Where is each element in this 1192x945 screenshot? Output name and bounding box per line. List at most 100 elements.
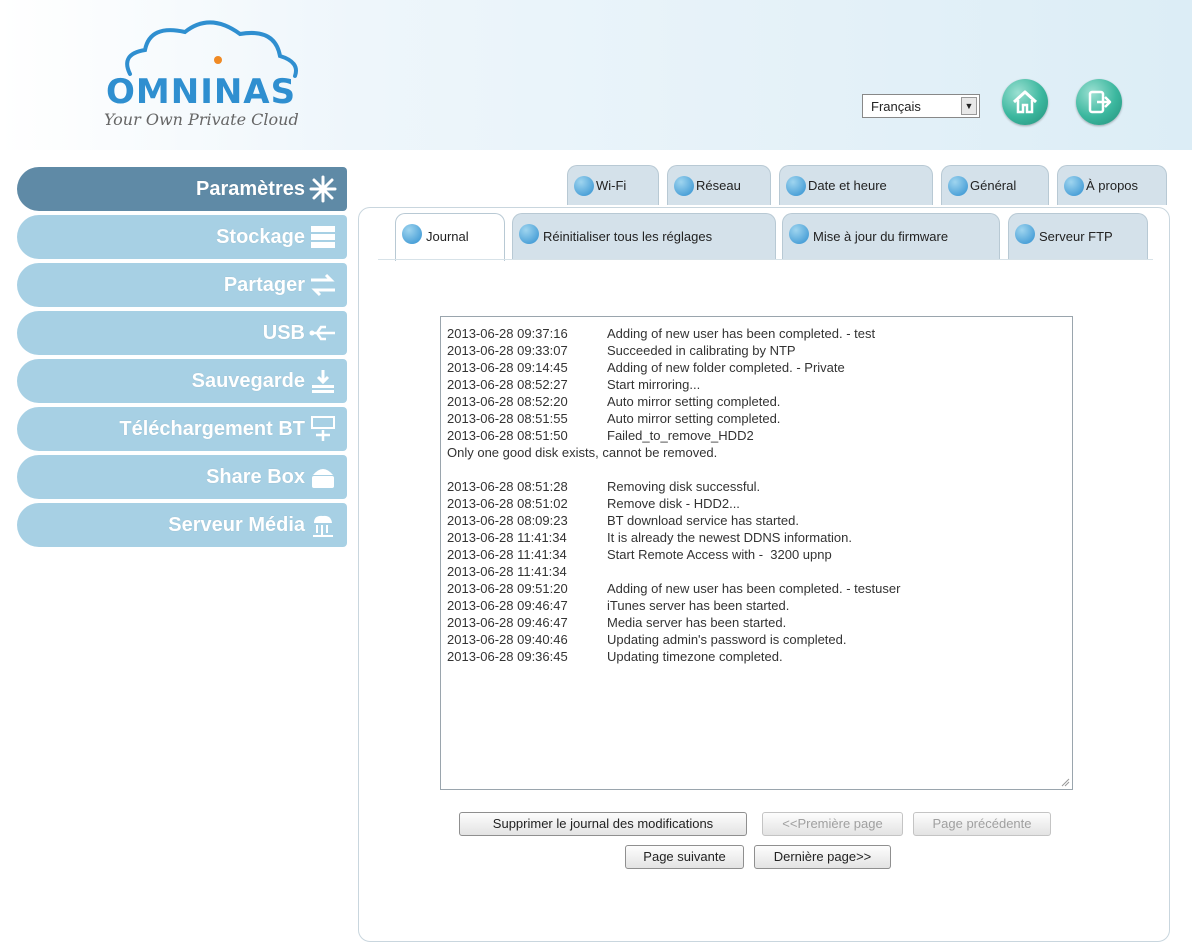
log-line: Only one good disk exists, cannot be rem… bbox=[447, 444, 1066, 461]
log-line: 2013-06-28 09:51:20 Adding of new user ha… bbox=[447, 580, 1066, 597]
log-message: Removing disk successful. bbox=[607, 479, 761, 494]
first-page-button[interactable]: <<Première page bbox=[762, 812, 903, 836]
log-timestamp: 2013-06-28 08:52:20 bbox=[447, 394, 568, 409]
tab-label: Wi-Fi bbox=[596, 178, 627, 193]
log-line: 2013-06-28 08:51:28 Removing disk success… bbox=[447, 478, 1066, 495]
network-icon bbox=[674, 176, 694, 196]
log-message: Start mirroring... bbox=[607, 377, 701, 392]
ftp-icon bbox=[1015, 224, 1035, 244]
sidebar-item-label: Serveur Média bbox=[168, 514, 305, 536]
log-line: 2013-06-28 09:33:07 Succeeded in calibrat… bbox=[447, 342, 1066, 359]
sidebar-item-label: Sauvegarde bbox=[191, 370, 305, 392]
logout-button[interactable] bbox=[1076, 79, 1122, 125]
sidebar-item-usb[interactable]: USB bbox=[17, 311, 347, 355]
log-line: 2013-06-28 09:46:47 iTunes server has bee… bbox=[447, 597, 1066, 614]
log-timestamp: 2013-06-28 09:46:47 bbox=[447, 598, 568, 613]
tab-serveur-ftp[interactable]: Serveur FTP bbox=[1008, 213, 1148, 259]
language-select[interactable]: Français ▼ bbox=[862, 94, 980, 118]
tab-date-et-heure[interactable]: Date et heure bbox=[779, 165, 933, 205]
sidebar-item-stockage[interactable]: Stockage bbox=[17, 215, 347, 259]
backup-icon bbox=[312, 370, 334, 393]
log-timestamp: 2013-06-28 09:51:20 bbox=[447, 581, 568, 596]
log-line: 2013-06-28 09:36:45 Updating timezone com… bbox=[447, 648, 1066, 665]
log-timestamp: 2013-06-28 08:51:02 bbox=[447, 496, 568, 511]
tab-a-propos[interactable]: À propos bbox=[1057, 165, 1167, 205]
clear-log-button[interactable]: Supprimer le journal des modifications bbox=[459, 812, 747, 836]
log-message: Adding of new user has been completed. -… bbox=[607, 326, 876, 341]
last-page-button[interactable]: Dernière page>> bbox=[754, 845, 891, 869]
sidebar-item-label: USB bbox=[262, 322, 305, 344]
log-message: Auto mirror setting completed. bbox=[607, 394, 781, 409]
sidebar-item-label: Share Box bbox=[206, 466, 305, 488]
log-message: Updating admin's password is completed. bbox=[607, 632, 847, 647]
home-button[interactable] bbox=[1002, 79, 1048, 125]
tab-label: Général bbox=[970, 178, 1017, 193]
journal-icon bbox=[402, 224, 422, 244]
log-line: 2013-06-28 09:37:16 Adding of new user ha… bbox=[447, 325, 1066, 342]
log-line: 2013-06-28 08:51:02 Remove disk - HDD2... bbox=[447, 495, 1066, 512]
share-box-icon bbox=[312, 469, 334, 488]
log-line: 2013-06-28 09:46:47 Media server has been… bbox=[447, 614, 1066, 631]
resize-grip-icon[interactable] bbox=[1060, 777, 1070, 787]
log-line: 2013-06-28 08:09:23 BT download service h… bbox=[447, 512, 1066, 529]
omninas-logo: OMNINAS Your Own Private Cloud bbox=[100, 14, 340, 134]
log-line: 2013-06-28 11:41:34 bbox=[447, 563, 1066, 580]
sidebar-item-label: Partager bbox=[223, 274, 305, 296]
prev-page-button[interactable]: Page précédente bbox=[913, 812, 1051, 836]
log-timestamp: 2013-06-28 09:36:45 bbox=[447, 649, 568, 664]
general-icon bbox=[948, 176, 968, 196]
tab-journal[interactable]: Journal bbox=[395, 213, 505, 261]
log-timestamp: 2013-06-28 08:51:50 bbox=[447, 428, 568, 443]
sidebar: Paramètres Stockage Partager USB Sauvega… bbox=[17, 167, 347, 551]
wifi-icon bbox=[574, 176, 594, 196]
info-icon bbox=[1064, 176, 1084, 196]
log-timestamp: 2013-06-28 08:09:23 bbox=[447, 513, 568, 528]
log-timestamp: 2013-06-28 08:51:55 bbox=[447, 411, 568, 426]
log-message: Auto mirror setting completed. bbox=[607, 411, 781, 426]
log-message: Succeeded in calibrating by NTP bbox=[607, 343, 796, 358]
sidebar-item-share-box[interactable]: Share Box bbox=[17, 455, 347, 499]
log-timestamp: 2013-06-28 09:37:16 bbox=[447, 326, 568, 341]
home-icon bbox=[1012, 90, 1038, 114]
snowflake-settings-icon bbox=[309, 175, 337, 203]
log-line: 2013-06-28 11:41:34 It is already the new… bbox=[447, 529, 1066, 546]
tab-reseau[interactable]: Réseau bbox=[667, 165, 771, 205]
bt-download-icon bbox=[311, 416, 335, 441]
sidebar-item-serveur-media[interactable]: Serveur Média bbox=[17, 503, 347, 547]
next-page-button[interactable]: Page suivante bbox=[625, 845, 744, 869]
sidebar-item-label: Stockage bbox=[216, 226, 305, 248]
sidebar-item-label: Paramètres bbox=[196, 178, 305, 200]
log-timestamp: 2013-06-28 09:46:47 bbox=[447, 615, 568, 630]
tab-divider bbox=[378, 259, 1153, 260]
log-timestamp: 2013-06-28 11:41:34 bbox=[447, 564, 567, 579]
logo-tagline: Your Own Private Cloud bbox=[104, 110, 299, 129]
sidebar-item-parametres[interactable]: Paramètres bbox=[17, 167, 347, 211]
log-textarea[interactable]: 2013-06-28 09:37:16 Adding of new user ha… bbox=[440, 316, 1073, 790]
log-message: BT download service has started. bbox=[607, 513, 799, 528]
tab-label: Mise à jour du firmware bbox=[813, 229, 949, 244]
clock-icon bbox=[786, 176, 806, 196]
log-message: Adding of new folder completed. - Privat… bbox=[607, 360, 845, 375]
log-timestamp: 2013-06-28 08:51:28 bbox=[447, 479, 568, 494]
firmware-icon bbox=[789, 224, 809, 244]
sidebar-item-partager[interactable]: Partager bbox=[17, 263, 347, 307]
log-timestamp: 2013-06-28 09:33:07 bbox=[447, 343, 568, 358]
tab-label: Date et heure bbox=[808, 178, 887, 193]
chevron-down-icon[interactable]: ▼ bbox=[961, 97, 977, 115]
tab-label: Serveur FTP bbox=[1039, 229, 1113, 244]
sidebar-item-telechargement-bt[interactable]: Téléchargement BT bbox=[17, 407, 347, 451]
log-message: Media server has been started. bbox=[607, 615, 787, 630]
tab-mise-a-jour-firmware[interactable]: Mise à jour du firmware bbox=[782, 213, 1000, 259]
tab-general[interactable]: Général bbox=[941, 165, 1049, 205]
tab-label: À propos bbox=[1086, 178, 1139, 193]
sidebar-item-label: Téléchargement BT bbox=[119, 418, 305, 440]
tab-reinitialiser[interactable]: Réinitialiser tous les réglages bbox=[512, 213, 776, 259]
sidebar-item-sauvegarde[interactable]: Sauvegarde bbox=[17, 359, 347, 403]
log-message: iTunes server has been started. bbox=[607, 598, 790, 613]
usb-icon bbox=[309, 325, 335, 341]
language-value: Français bbox=[871, 99, 921, 114]
reset-icon bbox=[519, 224, 539, 244]
tab-wifi[interactable]: Wi-Fi bbox=[567, 165, 659, 205]
log-message: Remove disk - HDD2... bbox=[607, 496, 740, 511]
log-line: 2013-06-28 08:51:55 Auto mirror setting c… bbox=[447, 410, 1066, 427]
